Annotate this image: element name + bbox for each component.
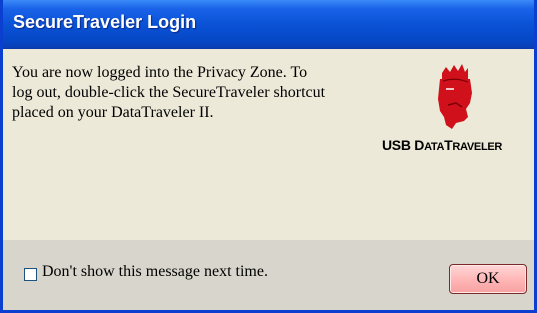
- usb-datatraveler-logo: USB DATATRAVELER: [380, 59, 534, 159]
- message-line-2: log out, double-click the SecureTraveler…: [12, 84, 326, 101]
- window-title: SecureTraveler Login: [13, 12, 197, 32]
- dont-show-checkbox[interactable]: [24, 268, 37, 281]
- login-dialog: SecureTraveler Login You are now logged …: [0, 0, 537, 313]
- dialog-footer: Don't show this message next time. OK: [3, 240, 534, 310]
- message-line-1: You are now logged into the Privacy Zone…: [12, 64, 308, 81]
- title-bar[interactable]: SecureTraveler Login: [3, 0, 534, 49]
- dont-show-label[interactable]: Don't show this message next time.: [42, 263, 268, 281]
- logo-text: USB DATATRAVELER: [382, 137, 503, 153]
- ok-button[interactable]: OK: [449, 264, 527, 294]
- message-text: You are now logged into the Privacy Zone…: [12, 63, 372, 123]
- kingston-head-icon: [438, 64, 472, 129]
- message-line-3: placed on your DataTraveler II.: [12, 104, 214, 121]
- dialog-content: You are now logged into the Privacy Zone…: [3, 49, 534, 240]
